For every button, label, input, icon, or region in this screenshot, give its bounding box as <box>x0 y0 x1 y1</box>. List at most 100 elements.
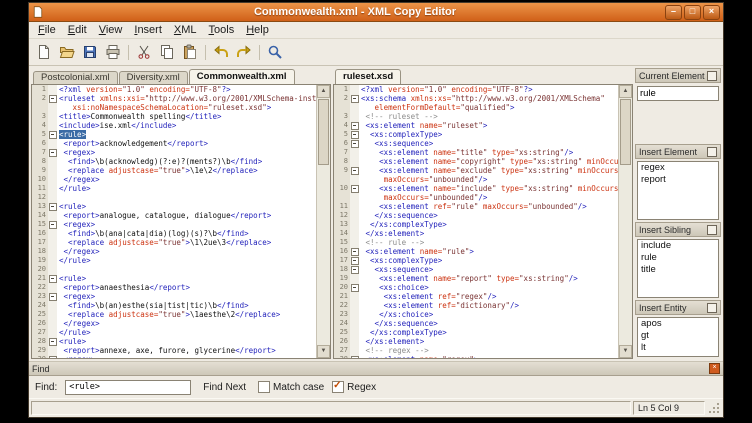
code-line[interactable]: 2<ruleset xmlns:xsi="http://www.w3.org/2… <box>32 94 316 103</box>
code-line[interactable]: 8 <xs:element name="copyright" type="xs:… <box>334 157 618 166</box>
match-case-checkbox[interactable]: Match case <box>258 381 324 393</box>
code-line[interactable]: 29 <report>annexe, axe, furore, glycerin… <box>32 346 316 355</box>
code-line[interactable]: 11</rule> <box>32 184 316 193</box>
code-line[interactable]: maxOccurs="unbounded"/> <box>334 175 618 184</box>
list-item-quot[interactable]: quot <box>638 354 718 357</box>
fold-toggle-icon[interactable] <box>351 257 359 265</box>
code-line[interactable]: 25 </xs:complexType> <box>334 328 618 337</box>
menu-insert[interactable]: Insert <box>128 23 168 38</box>
code-line[interactable]: 20 <xs:choice> <box>334 283 618 292</box>
code-line[interactable]: 10 <xs:element name="include" type="xs:s… <box>334 184 618 193</box>
find-button[interactable] <box>264 42 286 62</box>
list-item-report[interactable]: report <box>638 174 718 186</box>
tab-ruleset-xsd[interactable]: ruleset.xsd <box>335 69 401 84</box>
code-area[interactable]: 1<?xml version="1.0" encoding="UTF-8"?>2… <box>334 85 618 358</box>
save-button[interactable] <box>79 42 101 62</box>
fold-toggle-icon[interactable] <box>351 122 359 130</box>
code-line[interactable]: 4 <xs:element name="ruleset"> <box>334 121 618 130</box>
code-line[interactable]: 18 <xs:sequence> <box>334 265 618 274</box>
code-line[interactable]: 9 <xs:element name="exclude" type="xs:st… <box>334 166 618 175</box>
panel-detach-icon[interactable] <box>707 303 717 313</box>
fold-toggle-icon[interactable] <box>49 293 57 301</box>
menu-tools[interactable]: Tools <box>203 23 241 38</box>
fold-toggle-icon[interactable] <box>351 131 359 139</box>
scroll-thumb[interactable] <box>318 99 329 165</box>
code-line[interactable]: 24 <find>\b(an)esthe(sia|tist|tic)\b</fi… <box>32 301 316 310</box>
xml-editor-right[interactable]: 1<?xml version="1.0" encoding="UTF-8"?>2… <box>333 84 633 359</box>
code-line[interactable]: 12 <box>32 193 316 202</box>
code-line[interactable]: maxOccurs="unbounded"/> <box>334 193 618 202</box>
code-line[interactable]: 16 <find>\b(ana|cata|dia)(log)(s)?\b</fi… <box>32 229 316 238</box>
list-item-title[interactable]: title <box>638 264 718 276</box>
code-line[interactable]: 1<?xml version="1.0" encoding="UTF-8"?> <box>334 85 618 94</box>
menu-xml[interactable]: XML <box>168 23 203 38</box>
scroll-thumb[interactable] <box>620 99 631 165</box>
code-line[interactable]: 19 <xs:element name="report" type="xs:st… <box>334 274 618 283</box>
close-button[interactable]: × <box>703 5 720 20</box>
code-line[interactable]: 27</rule> <box>32 328 316 337</box>
code-line[interactable]: 20 <box>32 265 316 274</box>
tab-postcolonial-xml[interactable]: Postcolonial.xml <box>33 71 118 84</box>
code-line[interactable]: 2<xs:schema xmlns:xs="http://www.w3.org/… <box>334 94 618 103</box>
code-line[interactable]: 27 <!-- regex --> <box>334 346 618 355</box>
code-line[interactable]: 25 <replace adjustcase="true">\1aesthe\2… <box>32 310 316 319</box>
code-line[interactable]: 21 <xs:element ref="regex"/> <box>334 292 618 301</box>
fold-toggle-icon[interactable] <box>49 338 57 346</box>
redo-button[interactable] <box>233 42 255 62</box>
cut-button[interactable] <box>133 42 155 62</box>
code-line[interactable]: 15 <regex> <box>32 220 316 229</box>
code-area[interactable]: 1<?xml version="1.0" encoding="UTF-8"?>2… <box>32 85 316 358</box>
fold-toggle-icon[interactable] <box>351 284 359 292</box>
new-document-button[interactable] <box>33 42 55 62</box>
scroll-track[interactable] <box>619 98 632 345</box>
code-line[interactable]: 8 <find>\b(acknowledg)(?:e)?(ments?)\b</… <box>32 157 316 166</box>
xml-editor-left[interactable]: 1<?xml version="1.0" encoding="UTF-8"?>2… <box>31 84 331 359</box>
code-line[interactable]: 19</rule> <box>32 256 316 265</box>
minimize-button[interactable]: – <box>665 5 682 20</box>
code-line[interactable]: 13 </xs:complexType> <box>334 220 618 229</box>
fold-toggle-icon[interactable] <box>49 203 57 211</box>
undo-button[interactable] <box>210 42 232 62</box>
panel-detach-icon[interactable] <box>707 147 717 157</box>
code-line[interactable]: 16 <xs:element name="rule"> <box>334 247 618 256</box>
code-line[interactable]: 22 <report>anaesthesia</report> <box>32 283 316 292</box>
maximize-button[interactable]: □ <box>684 5 701 20</box>
code-line[interactable]: 23 <regex> <box>32 292 316 301</box>
code-line[interactable]: 18 </regex> <box>32 247 316 256</box>
code-line[interactable]: 22 <xs:element ref="dictionary"/> <box>334 301 618 310</box>
code-line[interactable]: 7 <xs:element name="title" type="xs:stri… <box>334 148 618 157</box>
code-line[interactable]: 14 <report>analogue, catalogue, dialogue… <box>32 211 316 220</box>
scroll-up-icon[interactable]: ▲ <box>619 85 632 98</box>
vertical-scrollbar[interactable]: ▲ ▼ <box>618 85 632 358</box>
code-line[interactable]: 21<rule> <box>32 274 316 283</box>
list-item-regex[interactable]: regex <box>638 162 718 174</box>
fold-toggle-icon[interactable] <box>351 248 359 256</box>
code-line[interactable]: 1<?xml version="1.0" encoding="UTF-8"?> <box>32 85 316 94</box>
code-line[interactable]: 5<rule> <box>32 130 316 139</box>
code-line[interactable]: 5 <xs:complexType> <box>334 130 618 139</box>
scroll-down-icon[interactable]: ▼ <box>619 345 632 358</box>
scroll-track[interactable] <box>317 98 330 345</box>
code-line[interactable]: 12 </xs:sequence> <box>334 211 618 220</box>
resize-grip[interactable] <box>707 401 721 415</box>
fold-toggle-icon[interactable] <box>49 149 57 157</box>
code-line[interactable]: 3<title>Commonwealth spelling</title> <box>32 112 316 121</box>
code-line[interactable]: 15 <!-- rule --> <box>334 238 618 247</box>
window-icon[interactable] <box>32 6 45 19</box>
fold-toggle-icon[interactable] <box>351 356 359 358</box>
code-line[interactable]: 17 <xs:complexType> <box>334 256 618 265</box>
code-line[interactable]: elementFormDefault="qualified"> <box>334 103 618 112</box>
code-line[interactable]: 26 </regex> <box>32 319 316 328</box>
tab-commonwealth-xml[interactable]: Commonwealth.xml <box>189 69 295 84</box>
menu-help[interactable]: Help <box>240 23 275 38</box>
menu-view[interactable]: View <box>93 23 129 38</box>
list-item-lt[interactable]: lt <box>638 342 718 354</box>
code-line[interactable]: 6 <report>acknowledgement</report> <box>32 139 316 148</box>
paste-button[interactable] <box>179 42 201 62</box>
fold-toggle-icon[interactable] <box>49 95 57 103</box>
menu-edit[interactable]: Edit <box>62 23 93 38</box>
fold-toggle-icon[interactable] <box>351 185 359 193</box>
close-find-icon[interactable]: × <box>709 363 720 374</box>
code-line[interactable]: 4<include>ise.xml</include> <box>32 121 316 130</box>
code-line[interactable]: 30 <regex> <box>32 355 316 358</box>
